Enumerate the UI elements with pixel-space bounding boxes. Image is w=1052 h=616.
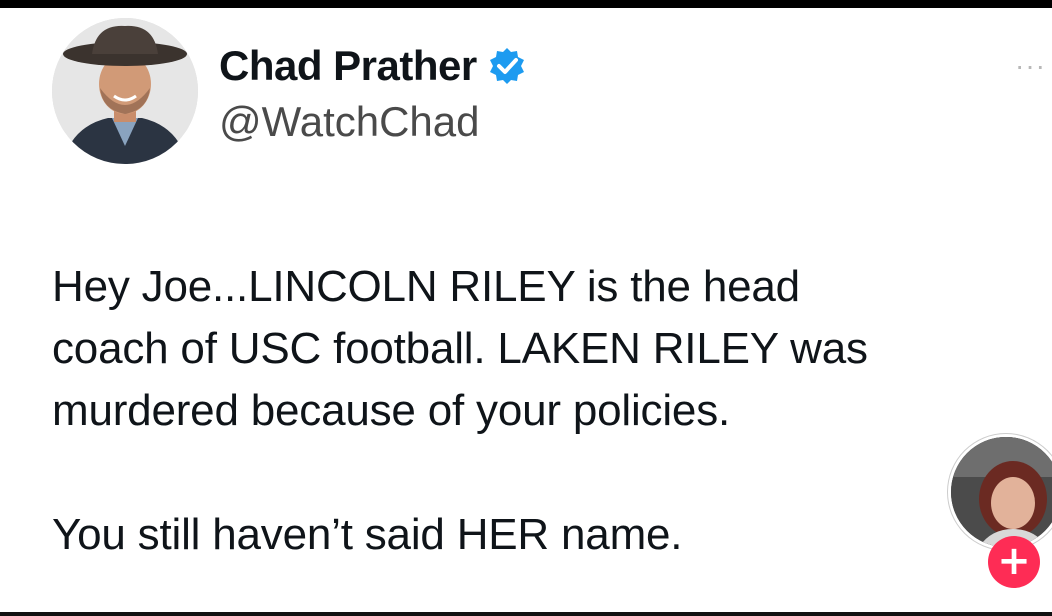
author-avatar[interactable]	[52, 18, 198, 164]
tweet-line: You still haven’t said HER name.	[52, 510, 683, 559]
bottom-frame-edge	[0, 612, 1052, 616]
top-frame-bar	[0, 0, 1052, 8]
author-handle[interactable]: @WatchChad	[219, 98, 480, 146]
tweet-line: coach of USC football. LAKEN RILEY was	[52, 324, 868, 373]
tweet-text: Hey Joe...LINCOLN RILEY is the head coac…	[52, 256, 1052, 566]
verified-badge-icon	[487, 46, 527, 86]
creator-avatar[interactable]	[948, 434, 1052, 550]
more-options-icon[interactable]: ···	[1015, 50, 1046, 82]
tweet-card: Chad Prather @WatchChad ··· Hey Joe...LI…	[0, 8, 1052, 608]
author-name-row: Chad Prather	[219, 38, 527, 94]
plus-icon[interactable]: +	[988, 536, 1040, 588]
tweet-line: murdered because of your policies.	[52, 386, 731, 435]
tweet-line: Hey Joe...LINCOLN RILEY is the head	[52, 262, 800, 311]
author-display-name[interactable]: Chad Prather	[219, 42, 477, 90]
